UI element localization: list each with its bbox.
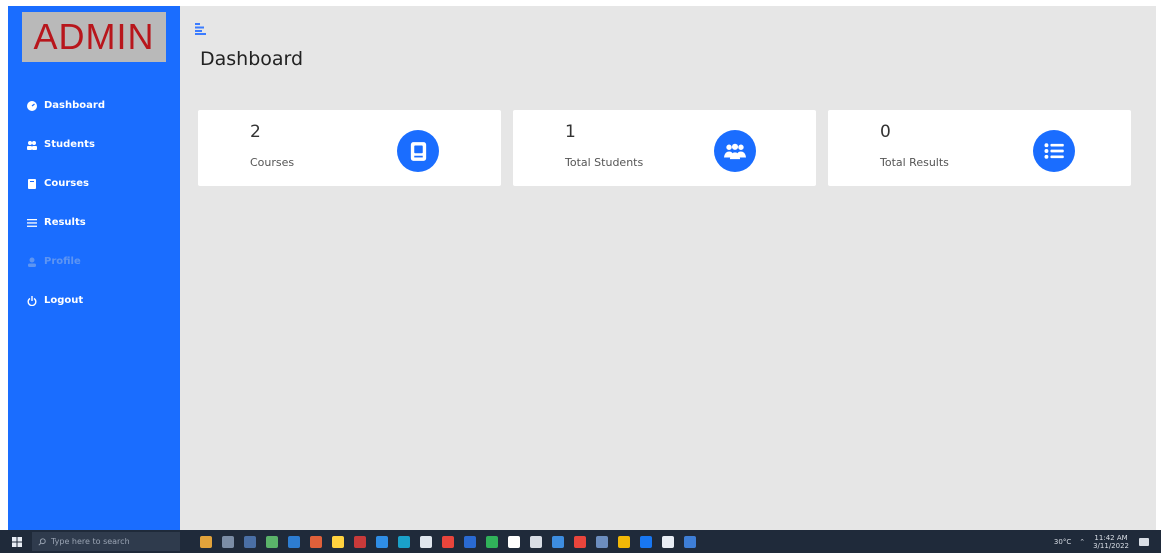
- app-icon[interactable]: [618, 535, 630, 548]
- app-icon[interactable]: [244, 535, 256, 548]
- stat-label: Total Results: [880, 156, 949, 169]
- app-icon[interactable]: [310, 535, 322, 548]
- app-icon[interactable]: [574, 535, 586, 548]
- app-icon[interactable]: [596, 535, 608, 548]
- app-icon[interactable]: [684, 535, 696, 548]
- app-icon[interactable]: [200, 535, 212, 548]
- app-icon[interactable]: [508, 535, 520, 548]
- sidebar-item-label: Dashboard: [44, 100, 105, 111]
- sidebar-item-profile[interactable]: Profile: [8, 242, 180, 281]
- book-icon: [397, 130, 439, 172]
- stat-value: 2: [250, 122, 261, 142]
- stat-card-results[interactable]: 0 Total Results: [828, 110, 1131, 186]
- system-tray: 30°C ⌃ 11:42 AM 3/11/2022: [1054, 534, 1161, 550]
- sidebar-item-label: Logout: [44, 295, 84, 306]
- main-content: Dashboard 2 Courses 1 Total Students 0 T…: [180, 6, 1156, 530]
- sidebar-item-label: Profile: [44, 256, 81, 267]
- tray-chevron-icon[interactable]: ⌃: [1079, 538, 1085, 546]
- sidebar-item-dashboard[interactable]: Dashboard: [8, 86, 180, 125]
- app-icon[interactable]: [266, 535, 278, 548]
- notification-icon[interactable]: [1139, 537, 1149, 546]
- sidebar-nav: Dashboard Students Courses Results Profi…: [8, 86, 180, 320]
- windows-start-icon[interactable]: [6, 530, 28, 553]
- app-icon[interactable]: [464, 535, 476, 548]
- app-icon[interactable]: [420, 535, 432, 548]
- sidebar-item-label: Results: [44, 217, 86, 228]
- app-icon[interactable]: [442, 535, 454, 548]
- app-icon[interactable]: [530, 535, 542, 548]
- sidebar-item-label: Courses: [44, 178, 89, 189]
- taskbar-apps: [200, 535, 706, 548]
- list-icon: [27, 218, 41, 228]
- brand-text: ADMIN: [33, 16, 155, 57]
- clock-time: 11:42 AM: [1094, 533, 1128, 542]
- dashboard-icon: [27, 100, 41, 111]
- stat-card-students[interactable]: 1 Total Students: [513, 110, 816, 186]
- app-icon[interactable]: [552, 535, 564, 548]
- app-icon[interactable]: [288, 535, 300, 548]
- sidebar-item-courses[interactable]: Courses: [8, 164, 180, 203]
- app-icon[interactable]: [332, 535, 344, 548]
- list-icon: [1033, 130, 1075, 172]
- app-icon[interactable]: [486, 535, 498, 548]
- sidebar-item-logout[interactable]: Logout: [8, 281, 180, 320]
- book-icon: [27, 178, 41, 189]
- search-placeholder: Type here to search: [51, 537, 130, 546]
- sidebar-item-students[interactable]: Students: [8, 125, 180, 164]
- users-icon: [714, 130, 756, 172]
- app-icon[interactable]: [640, 535, 652, 548]
- clock-date: 3/11/2022: [1093, 541, 1129, 550]
- app-icon[interactable]: [398, 535, 410, 548]
- stat-label: Courses: [250, 156, 295, 169]
- users-icon: [27, 140, 41, 150]
- stat-label: Total Students: [565, 156, 644, 169]
- stat-card-courses[interactable]: 2 Courses: [198, 110, 501, 186]
- sidebar-item-label: Students: [44, 139, 95, 150]
- sidebar-item-results[interactable]: Results: [8, 203, 180, 242]
- taskbar-clock[interactable]: 11:42 AM 3/11/2022: [1093, 534, 1129, 550]
- power-icon: [27, 295, 41, 306]
- weather-text[interactable]: 30°C: [1054, 538, 1071, 546]
- menu-toggle-icon[interactable]: [195, 20, 209, 35]
- brand-logo[interactable]: ADMIN: [22, 12, 166, 62]
- app-icon[interactable]: [354, 535, 366, 548]
- app-icon[interactable]: [376, 535, 388, 548]
- app-icon[interactable]: [222, 535, 234, 548]
- page-title: Dashboard: [200, 48, 304, 70]
- app-icon[interactable]: [662, 535, 674, 548]
- user-icon: [27, 257, 41, 267]
- search-icon: [38, 537, 46, 546]
- stat-value: 1: [565, 122, 576, 142]
- stat-value: 0: [880, 122, 891, 142]
- sidebar: ADMIN Dashboard Students Courses Results…: [8, 6, 180, 530]
- taskbar-search-input[interactable]: Type here to search: [32, 532, 180, 551]
- windows-taskbar: Type here to search 30°C ⌃ 11:42 AM 3/11…: [0, 530, 1161, 553]
- admin-app: ADMIN Dashboard Students Courses Results…: [8, 6, 1156, 530]
